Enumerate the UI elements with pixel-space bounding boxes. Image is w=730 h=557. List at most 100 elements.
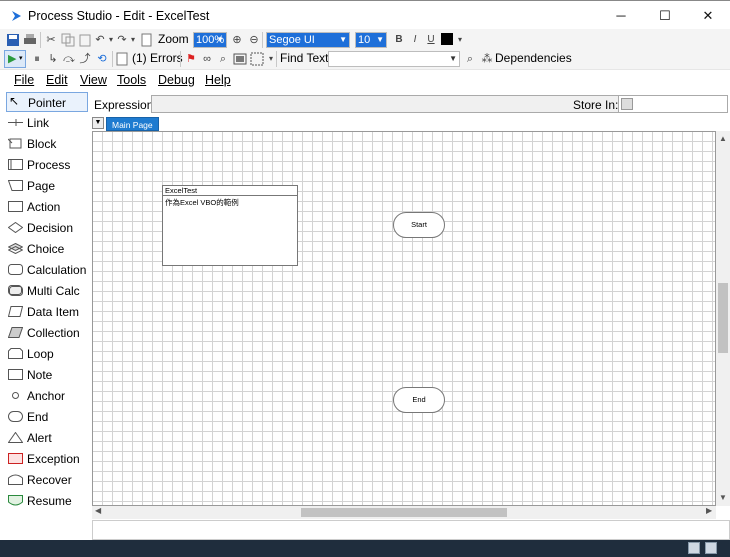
vertical-scroll-thumb[interactable] [718,283,728,353]
checkbox-icon[interactable] [621,98,633,110]
find-text-input[interactable]: ▼ [328,51,460,67]
page-setup-icon[interactable] [140,33,154,47]
palette-item-resume[interactable]: Resume [6,491,88,511]
palette-item-calculation[interactable]: Calculation [6,260,88,280]
tray-icon[interactable] [705,542,717,554]
font-size-value: 10 [358,34,371,46]
save-icon[interactable] [6,33,20,47]
breakpoint-flag-icon[interactable]: ⚑ [184,52,198,66]
menu-edit[interactable]: Edit [46,73,68,87]
vertical-scrollbar[interactable]: ▲ ▼ [716,131,730,506]
page-list-dropdown[interactable]: ▼ [92,117,104,129]
reset-icon[interactable]: ⟲ [95,52,109,66]
italic-button[interactable]: I [408,33,422,47]
dependencies-icon[interactable]: ⁂ [480,52,494,66]
palette-item-block[interactable]: Block [6,134,88,154]
palette-item-choice[interactable]: Choice [6,239,88,259]
step-over-icon[interactable]: ⤼ [62,52,76,66]
horizontal-scrollbar[interactable]: ◀ ▶ [92,506,716,519]
scroll-right-icon[interactable]: ▶ [706,506,712,515]
chevron-down-icon: ▾ [19,55,23,62]
minimize-button[interactable]: ─ [606,6,636,26]
palette-item-decision[interactable]: Decision [6,218,88,238]
palette-item-anchor[interactable]: Anchor [6,386,88,406]
end-icon [8,411,23,422]
menu-help[interactable]: Help [205,73,231,87]
menu-file[interactable]: File [14,73,34,87]
search-icon[interactable]: ⌕ [463,52,477,66]
scroll-down-icon[interactable]: ▼ [716,493,730,502]
end-stage[interactable]: End [393,387,445,413]
pause-icon[interactable]: ⏸ [30,52,44,66]
font-name-select[interactable]: Segoe UI ▼ [266,32,350,48]
palette-item-link[interactable]: Link [6,113,88,133]
store-in-input[interactable] [618,95,728,113]
palette-item-action[interactable]: Action [6,197,88,217]
status-strip [92,520,730,540]
grid-icon[interactable] [250,52,264,66]
palette-label: Resume [27,494,72,508]
menu-view[interactable]: View [80,73,107,87]
link-tool-icon[interactable]: ∞ [200,52,214,66]
layout-icon[interactable] [233,52,247,66]
text-color-swatch[interactable] [441,33,453,45]
find-icon[interactable]: ⌕ [216,52,230,66]
toolbar-debug: ▶ ▾ ⏸ ↳ ⤼ ⤴ ⟲ (1) Errors ⚑ ∞ ⌕ ▾ Find Te… [0,48,730,70]
scroll-up-icon[interactable]: ▲ [716,134,730,143]
palette-item-collection[interactable]: Collection [6,323,88,343]
step-out-icon[interactable]: ⤴ [78,52,92,66]
resume-icon [8,495,23,506]
palette-item-end[interactable]: End [6,407,88,427]
tab-main-page[interactable]: Main Page [106,117,159,131]
palette-item-data-item[interactable]: Data Item [6,302,88,322]
redo-dropdown-icon[interactable]: ▾ [126,33,140,47]
paste-icon[interactable] [78,33,92,47]
palette-item-recover[interactable]: Recover [6,470,88,490]
menu-debug-label: Debug [158,73,195,87]
copy-icon[interactable] [61,33,75,47]
start-stage[interactable]: Start [393,212,445,238]
print-icon[interactable] [23,33,37,47]
errors-icon[interactable] [115,52,129,66]
palette-item-multi-calc[interactable]: Multi Calc [6,281,88,301]
font-size-select[interactable]: 10 ▼ [355,32,387,48]
palette-item-page[interactable]: Page [6,176,88,196]
bold-button[interactable]: B [392,33,406,47]
palette-item-process[interactable]: Process [6,155,88,175]
color-dropdown-icon[interactable]: ▾ [453,33,467,47]
palette-item-pointer[interactable]: ↖ Pointer [6,92,88,112]
close-button[interactable]: ✕ [693,6,723,26]
diagram-canvas[interactable]: ExcelTest 作為Excel VBO的範例 Start End [92,131,716,506]
zoom-in-icon[interactable]: ⊕ [230,33,244,47]
zoom-out-icon[interactable]: ⊖ [247,33,261,47]
step-icon[interactable]: ↳ [46,52,60,66]
palette-label: Collection [27,326,80,340]
palette-label: Page [27,179,56,193]
menu-debug[interactable]: Debug [158,73,195,87]
zoom-select[interactable]: 100% ▼ [193,32,227,48]
maximize-button[interactable]: ☐ [650,6,680,26]
block-icon [8,138,22,149]
underline-button[interactable]: U [424,33,438,47]
palette-label: Data Item [27,305,80,319]
errors-button[interactable]: (1) Errors [132,51,183,65]
process-info-box[interactable]: ExcelTest 作為Excel VBO的範例 [162,185,298,266]
palette-item-note[interactable]: Note [6,365,88,385]
dependencies-button[interactable]: Dependencies [495,51,572,65]
menu-edit-label: Edit [46,73,68,87]
palette-label: Decision [27,221,74,235]
horizontal-scroll-thumb[interactable] [301,508,507,517]
menu-tools[interactable]: Tools [117,73,146,87]
palette-label: Recover [27,473,72,487]
menu-bar: File Edit View Tools Debug Help [0,70,730,90]
palette-item-exception[interactable]: Exception [6,449,88,469]
cut-icon[interactable]: ✂ [44,33,58,47]
scroll-left-icon[interactable]: ◀ [95,506,101,515]
run-button[interactable]: ▶ ▾ [4,50,26,68]
alert-icon [8,432,23,443]
palette-item-alert[interactable]: Alert [6,428,88,448]
palette-label: Process [27,158,71,172]
multi-calc-icon [8,285,23,296]
tray-icon[interactable] [688,542,700,554]
palette-item-loop[interactable]: Loop [6,344,88,364]
